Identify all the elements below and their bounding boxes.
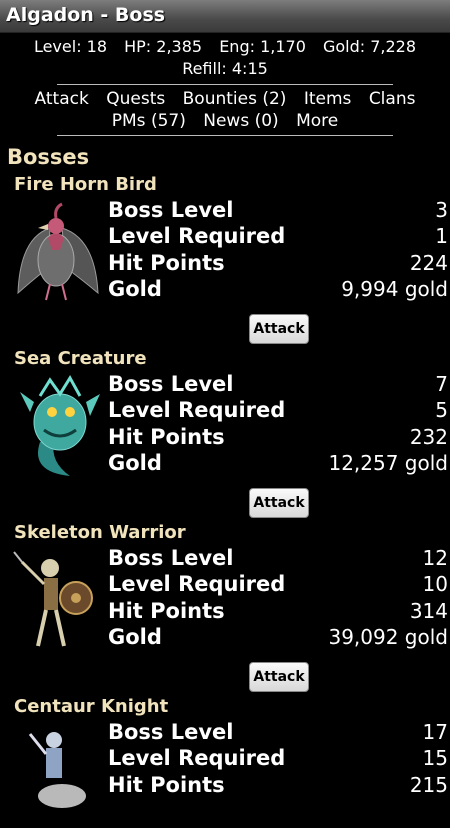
gold-label: Gold bbox=[108, 625, 162, 649]
boss-level-value: 17 bbox=[422, 720, 448, 744]
nav-menu: Attack Quests Bounties (2) Items Clans P… bbox=[0, 88, 450, 132]
hit-points-row: Hit Points 215 bbox=[108, 773, 448, 799]
hit-points-label: Hit Points bbox=[108, 773, 225, 797]
app-title: Algadon - Boss bbox=[6, 4, 166, 26]
hit-points-value: 232 bbox=[409, 425, 448, 449]
level-required-label: Level Required bbox=[108, 224, 286, 248]
boss-level-row: Boss Level 12 bbox=[108, 546, 448, 572]
level-required-row: Level Required 5 bbox=[108, 398, 448, 424]
title-bar: Algadon - Boss bbox=[0, 0, 450, 33]
stat-gold: Gold: 7,228 bbox=[322, 37, 417, 56]
skeleton-warrior-icon bbox=[13, 551, 93, 647]
level-required-row: Level Required 1 bbox=[108, 224, 448, 250]
gold-value: 9,994 gold bbox=[341, 277, 448, 301]
centaur-knight-icon bbox=[28, 732, 86, 808]
attack-button[interactable]: Attack bbox=[249, 314, 309, 344]
hit-points-row: Hit Points 224 bbox=[108, 251, 448, 277]
boss-level-value: 3 bbox=[435, 198, 448, 222]
hit-points-value: 224 bbox=[409, 251, 448, 275]
gold-value: 39,092 gold bbox=[328, 625, 448, 649]
boss-level-row: Boss Level 7 bbox=[108, 372, 448, 398]
gold-value: 12,257 gold bbox=[328, 451, 448, 475]
level-required-value: 5 bbox=[435, 398, 448, 422]
stat-hp: HP: 2,385 bbox=[124, 37, 203, 56]
nav-pms[interactable]: PMs (57) bbox=[112, 111, 186, 131]
hit-points-value: 314 bbox=[409, 599, 448, 623]
stat-refill: Refill: 4:15 bbox=[182, 59, 268, 78]
level-required-label: Level Required bbox=[108, 746, 286, 770]
boss-level-value: 12 bbox=[422, 546, 448, 570]
nav-quests[interactable]: Quests bbox=[106, 89, 165, 109]
stat-energy: Eng: 1,170 bbox=[219, 37, 306, 56]
hit-points-row: Hit Points 314 bbox=[108, 599, 448, 625]
hit-points-label: Hit Points bbox=[108, 599, 225, 623]
boss-level-label: Boss Level bbox=[108, 720, 234, 744]
hit-points-value: 215 bbox=[409, 773, 448, 797]
nav-news[interactable]: News (0) bbox=[203, 111, 278, 131]
gold-label: Gold bbox=[108, 451, 162, 475]
divider-top bbox=[57, 84, 393, 85]
boss-level-row: Boss Level 3 bbox=[108, 198, 448, 224]
divider-nav bbox=[57, 135, 393, 136]
level-required-label: Level Required bbox=[108, 398, 286, 422]
boss-level-row: Boss Level 17 bbox=[108, 720, 448, 746]
boss-level-value: 7 bbox=[435, 372, 448, 396]
boss-level-label: Boss Level bbox=[108, 372, 234, 396]
hit-points-row: Hit Points 232 bbox=[108, 425, 448, 451]
level-required-value: 15 bbox=[422, 746, 448, 770]
section-title: Bosses bbox=[7, 145, 90, 169]
level-required-row: Level Required 10 bbox=[108, 572, 448, 598]
sea-creature-icon bbox=[20, 375, 100, 476]
gold-row: Gold 9,994 gold bbox=[108, 277, 448, 303]
nav-more[interactable]: More bbox=[296, 111, 338, 131]
boss-name: Sea Creature bbox=[14, 348, 147, 369]
hit-points-label: Hit Points bbox=[108, 425, 225, 449]
level-required-value: 10 bbox=[422, 572, 448, 596]
hit-points-label: Hit Points bbox=[108, 251, 225, 275]
nav-attack[interactable]: Attack bbox=[35, 89, 89, 109]
level-required-row: Level Required 15 bbox=[108, 746, 448, 772]
boss-name: Skeleton Warrior bbox=[14, 522, 186, 543]
boss-name: Centaur Knight bbox=[14, 696, 169, 717]
bird-monster-icon bbox=[17, 202, 99, 301]
gold-row: Gold 39,092 gold bbox=[108, 625, 448, 651]
gold-row: Gold 12,257 gold bbox=[108, 451, 448, 477]
nav-clans[interactable]: Clans bbox=[369, 89, 416, 109]
nav-items[interactable]: Items bbox=[304, 89, 352, 109]
attack-button[interactable]: Attack bbox=[249, 662, 309, 692]
player-stats: Level: 18 HP: 2,385 Eng: 1,170 Gold: 7,2… bbox=[0, 36, 450, 80]
boss-level-label: Boss Level bbox=[108, 546, 234, 570]
boss-name: Fire Horn Bird bbox=[14, 174, 157, 195]
level-required-value: 1 bbox=[435, 224, 448, 248]
attack-button[interactable]: Attack bbox=[249, 488, 309, 518]
level-required-label: Level Required bbox=[108, 572, 286, 596]
gold-label: Gold bbox=[108, 277, 162, 301]
boss-level-label: Boss Level bbox=[108, 198, 234, 222]
nav-bounties[interactable]: Bounties (2) bbox=[183, 89, 287, 109]
stat-level: Level: 18 bbox=[33, 37, 108, 56]
